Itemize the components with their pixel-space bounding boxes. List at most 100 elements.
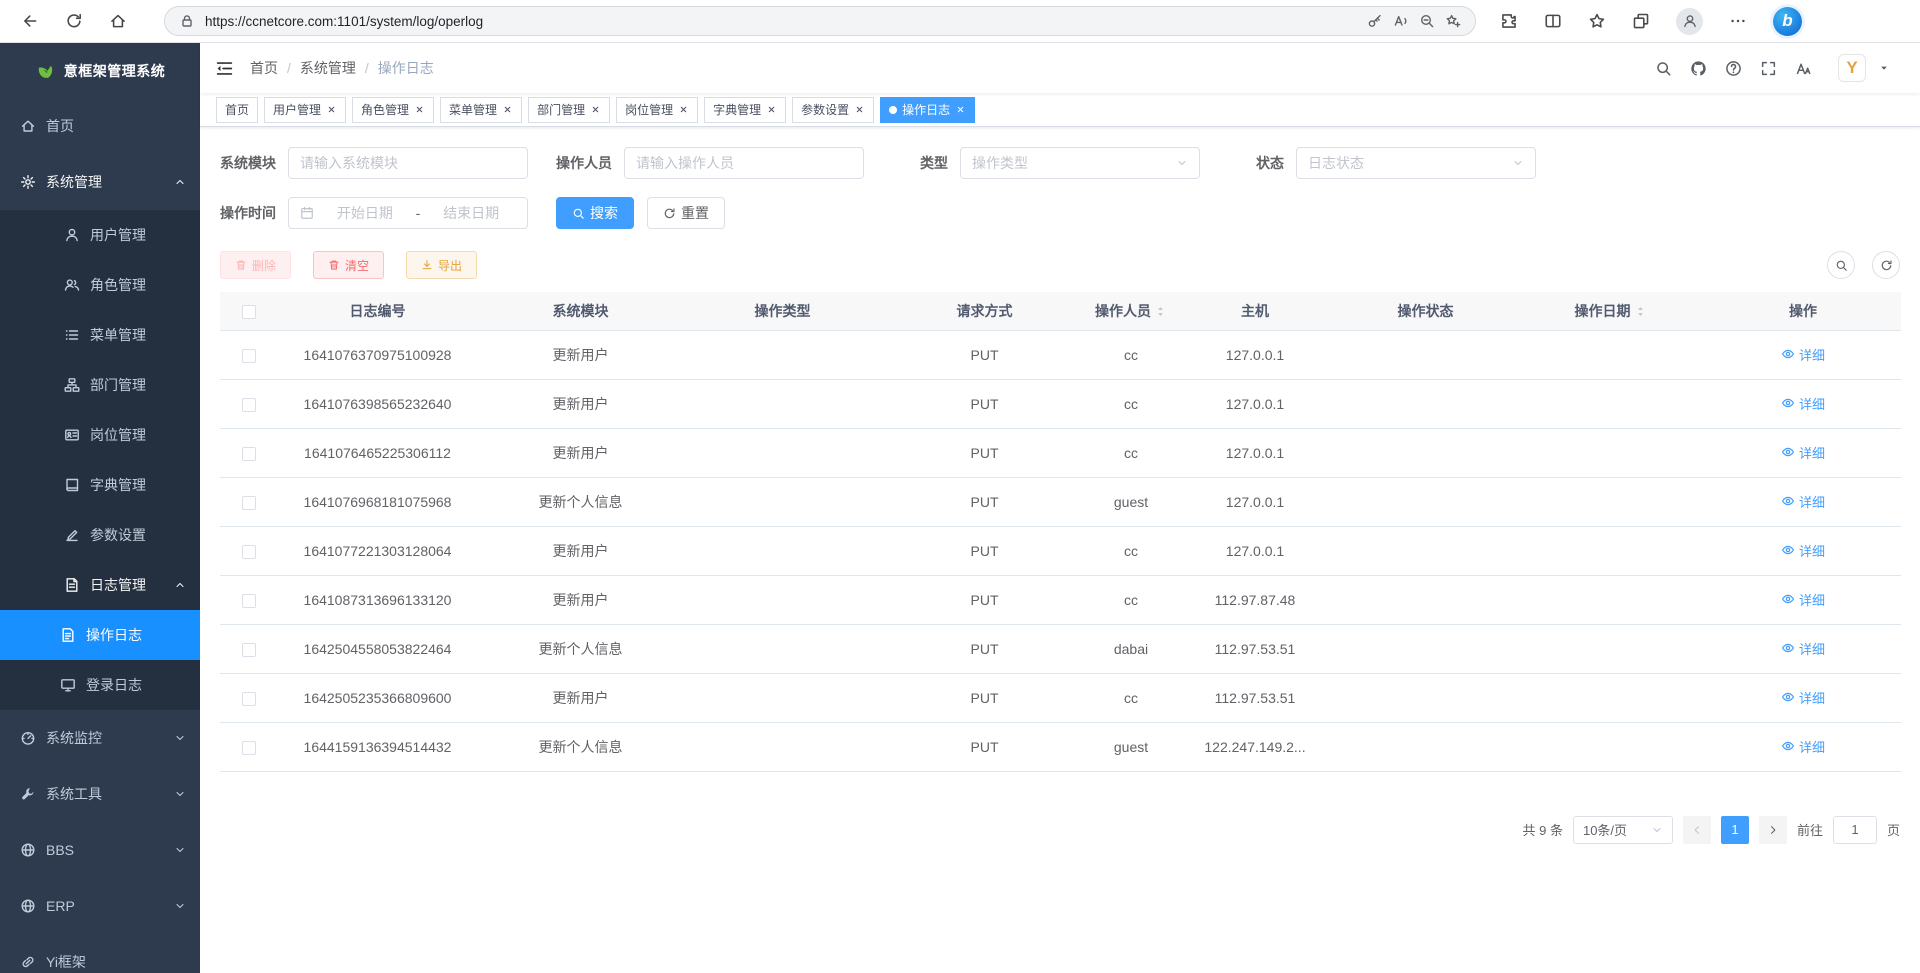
tab-param-settings[interactable]: 参数设置 <box>792 97 874 123</box>
app-logo[interactable]: 意框架管理系统 <box>0 43 200 98</box>
add-favorite-icon[interactable] <box>1445 13 1461 29</box>
sidebar-item-log-management[interactable]: 日志管理 <box>0 560 200 610</box>
detail-link[interactable]: 详细 <box>1781 688 1825 707</box>
github-icon[interactable] <box>1690 60 1707 77</box>
row-checkbox[interactable] <box>242 643 256 657</box>
row-checkbox[interactable] <box>242 692 256 706</box>
sidebar-item-system-tools[interactable]: 系统工具 <box>0 766 200 822</box>
sidebar-item-menu-management[interactable]: 菜单管理 <box>0 310 200 360</box>
tab-operation-log[interactable]: 操作日志 <box>880 97 975 123</box>
sidebar-item-system-management[interactable]: 系统管理 <box>0 154 200 210</box>
breadcrumb-home[interactable]: 首页 <box>250 58 278 78</box>
close-icon[interactable] <box>502 104 513 115</box>
export-button[interactable]: 导出 <box>406 251 477 279</box>
sidebar-item-post-management[interactable]: 岗位管理 <box>0 410 200 460</box>
close-icon[interactable] <box>955 104 966 115</box>
goto-page-input[interactable]: 1 <box>1833 816 1877 844</box>
module-input[interactable]: 请输入系统模块 <box>288 147 528 179</box>
sidebar-item-home[interactable]: 首页 <box>0 98 200 154</box>
tab-dict-management[interactable]: 字典管理 <box>704 97 786 123</box>
detail-link[interactable]: 详细 <box>1781 590 1825 609</box>
detail-link[interactable]: 详细 <box>1781 345 1825 364</box>
row-checkbox[interactable] <box>242 594 256 608</box>
detail-link[interactable]: 详细 <box>1781 737 1825 756</box>
page-size-select[interactable]: 10条/页 <box>1573 816 1673 844</box>
detail-link[interactable]: 详细 <box>1781 492 1825 511</box>
tab-role-management[interactable]: 角色管理 <box>352 97 434 123</box>
sidebar-item-bbs[interactable]: BBS <box>0 822 200 878</box>
url-text[interactable]: https://ccnetcore.com:1101/system/log/op… <box>205 14 1357 29</box>
sort-icon[interactable] <box>1634 305 1647 318</box>
user-avatar[interactable]: Y <box>1838 54 1866 82</box>
detail-link[interactable]: 详细 <box>1781 443 1825 462</box>
page-number-button[interactable]: 1 <box>1721 816 1749 844</box>
next-page-button[interactable] <box>1759 816 1787 844</box>
bing-copilot-button[interactable]: b <box>1773 7 1802 36</box>
search-icon[interactable] <box>1655 60 1672 77</box>
sidebar-item-role-management[interactable]: 角色管理 <box>0 260 200 310</box>
back-button[interactable] <box>14 5 46 37</box>
home-button[interactable] <box>102 5 134 37</box>
detail-link[interactable]: 详细 <box>1781 541 1825 560</box>
tab-user-management[interactable]: 用户管理 <box>264 97 346 123</box>
sidebar-item-erp[interactable]: ERP <box>0 878 200 934</box>
close-icon[interactable] <box>326 104 337 115</box>
search-button[interactable]: 搜索 <box>556 197 634 229</box>
detail-link[interactable]: 详细 <box>1781 639 1825 658</box>
font-size-icon[interactable] <box>1795 60 1812 77</box>
row-checkbox[interactable] <box>242 447 256 461</box>
type-select[interactable]: 操作类型 <box>960 147 1200 179</box>
profile-avatar[interactable] <box>1676 8 1703 35</box>
tab-post-management[interactable]: 岗位管理 <box>616 97 698 123</box>
show-search-toggle-button[interactable] <box>1827 251 1855 279</box>
close-icon[interactable] <box>414 104 425 115</box>
date-range-input[interactable]: 开始日期 - 结束日期 <box>288 197 528 229</box>
close-icon[interactable] <box>678 104 689 115</box>
address-bar[interactable]: https://ccnetcore.com:1101/system/log/op… <box>164 6 1476 36</box>
row-checkbox[interactable] <box>242 741 256 755</box>
read-aloud-icon[interactable] <box>1393 13 1409 29</box>
row-checkbox[interactable] <box>242 349 256 363</box>
reset-button[interactable]: 重置 <box>647 197 725 229</box>
column-operator[interactable]: 操作人员 <box>1087 292 1175 330</box>
sidebar-item-department-management[interactable]: 部门管理 <box>0 360 200 410</box>
tab-menu-management[interactable]: 菜单管理 <box>440 97 522 123</box>
sidebar-item-login-log[interactable]: 登录日志 <box>0 660 200 710</box>
detail-link[interactable]: 详细 <box>1781 394 1825 413</box>
status-select[interactable]: 日志状态 <box>1296 147 1536 179</box>
zoom-out-icon[interactable] <box>1419 13 1435 29</box>
sidebar-item-param-settings[interactable]: 参数设置 <box>0 510 200 560</box>
sidebar-item-operation-log[interactable]: 操作日志 <box>0 610 200 660</box>
delete-button[interactable]: 删除 <box>220 251 291 279</box>
sidebar-item-dict-management[interactable]: 字典管理 <box>0 460 200 510</box>
collections-icon[interactable] <box>1632 12 1650 30</box>
extensions-icon[interactable] <box>1500 12 1518 30</box>
prev-page-button[interactable] <box>1683 816 1711 844</box>
tab-department-management[interactable]: 部门管理 <box>528 97 610 123</box>
more-menu-icon[interactable] <box>1729 12 1747 30</box>
sidebar-item-user-management[interactable]: 用户管理 <box>0 210 200 260</box>
row-checkbox[interactable] <box>242 545 256 559</box>
column-date[interactable]: 操作日期 <box>1516 292 1705 330</box>
close-icon[interactable] <box>854 104 865 115</box>
operator-input[interactable]: 请输入操作人员 <box>624 147 864 179</box>
refresh-button[interactable] <box>58 5 90 37</box>
row-checkbox[interactable] <box>242 496 256 510</box>
help-icon[interactable] <box>1725 60 1742 77</box>
breadcrumb-system[interactable]: 系统管理 <box>300 58 356 78</box>
sidebar-toggle-icon[interactable] <box>215 59 234 78</box>
row-checkbox[interactable] <box>242 398 256 412</box>
password-key-icon[interactable] <box>1367 13 1383 29</box>
close-icon[interactable] <box>590 104 601 115</box>
favorites-icon[interactable] <box>1588 12 1606 30</box>
tab-home[interactable]: 首页 <box>216 97 258 123</box>
close-icon[interactable] <box>766 104 777 115</box>
refresh-table-button[interactable] <box>1872 251 1900 279</box>
select-all-checkbox[interactable] <box>242 305 256 319</box>
sidebar-item-system-monitor[interactable]: 系统监控 <box>0 710 200 766</box>
split-screen-icon[interactable] <box>1544 12 1562 30</box>
fullscreen-icon[interactable] <box>1760 60 1777 77</box>
sort-icon[interactable] <box>1154 305 1167 318</box>
clean-button[interactable]: 清空 <box>313 251 384 279</box>
caret-down-icon[interactable] <box>1878 62 1890 74</box>
